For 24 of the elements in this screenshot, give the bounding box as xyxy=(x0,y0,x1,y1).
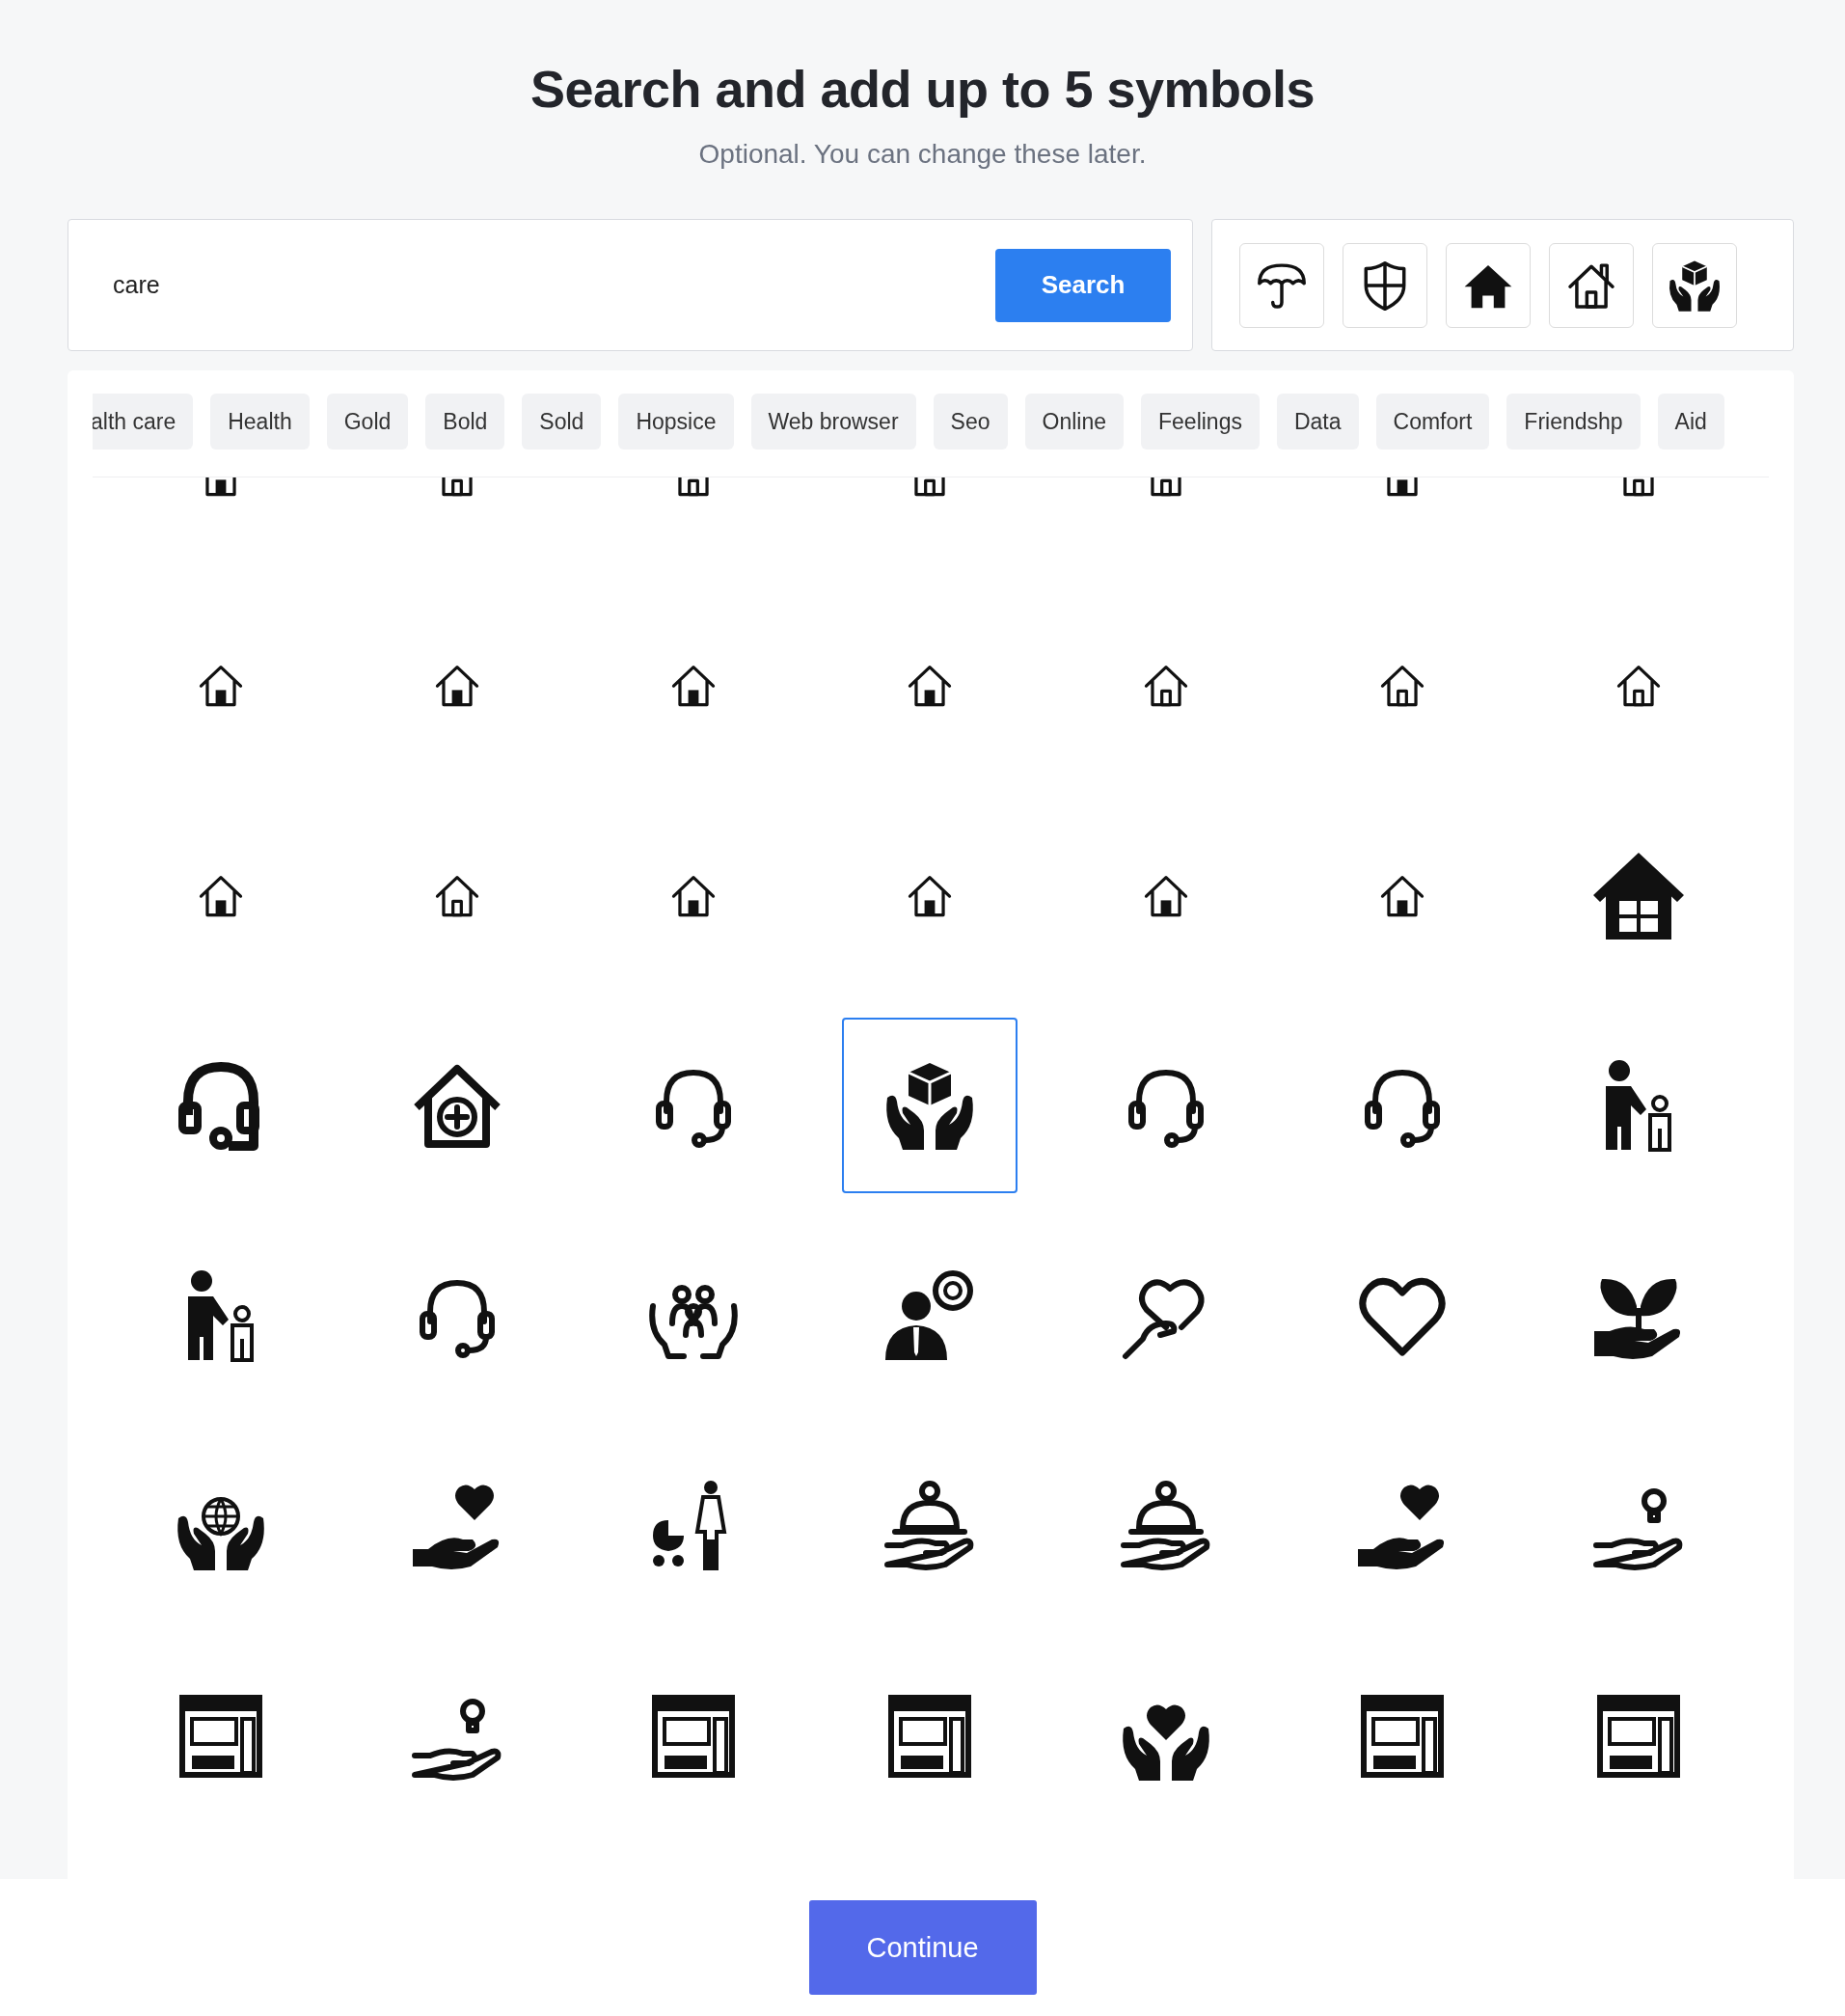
tag-chip[interactable]: Gold xyxy=(326,394,409,450)
tag-chip[interactable]: Web browser xyxy=(750,394,916,450)
selected-symbol-tile[interactable] xyxy=(1652,242,1737,328)
search-field[interactable]: care xyxy=(113,265,995,305)
symbol-tile[interactable] xyxy=(841,1018,1017,1193)
selected-symbol-tile[interactable] xyxy=(1446,242,1531,328)
selected-symbol-tile[interactable] xyxy=(1239,242,1324,328)
tag-chip[interactable]: Aid xyxy=(1657,394,1724,450)
tag-chip[interactable]: Comfort xyxy=(1375,394,1490,450)
search-button[interactable]: Search xyxy=(995,248,1171,322)
continue-button[interactable]: Continue xyxy=(808,1900,1037,1995)
tag-chip[interactable]: Seo xyxy=(933,394,1008,450)
tag-chip[interactable]: Online xyxy=(1024,394,1124,450)
page-title: Search and add up to 5 symbols xyxy=(529,59,1316,120)
selected-symbol-tile[interactable] xyxy=(1549,242,1634,328)
selected-symbol-tile[interactable] xyxy=(1343,242,1427,328)
tag-chip[interactable]: Bold xyxy=(425,394,505,450)
tag-chip[interactable]: Feelings xyxy=(1141,394,1260,450)
tag-chip[interactable]: Data xyxy=(1276,394,1359,450)
tag-chip[interactable]: Friendshp xyxy=(1506,394,1641,450)
page-subtitle: Optional. You can change these later. xyxy=(697,138,1148,171)
tag-chip[interactable]: Health xyxy=(210,394,310,450)
tag-chip[interactable]: Sold xyxy=(522,394,602,450)
tag-chip[interactable]: Hopsice xyxy=(618,394,734,450)
